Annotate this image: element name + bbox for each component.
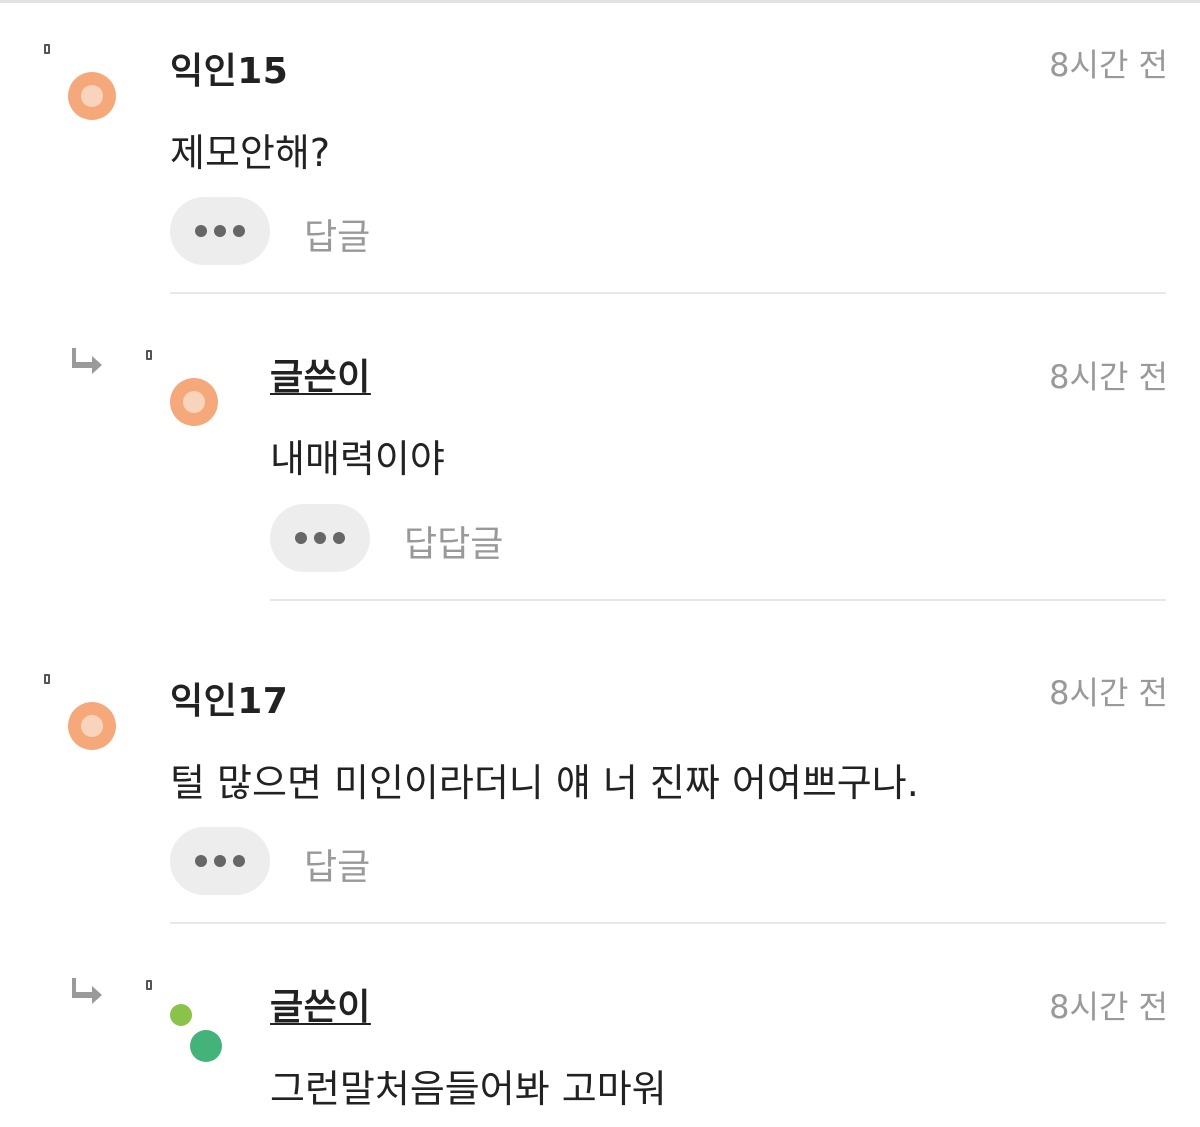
- top-divider: [0, 0, 1200, 3]
- comment-time: 8시간 전: [1049, 674, 1168, 712]
- more-dots-icon: [314, 532, 326, 544]
- more-dots-icon: [233, 855, 245, 867]
- comment-time: 8시간 전: [1049, 988, 1168, 1026]
- comment-text: 그런말처음들어봐 고마워: [270, 1067, 667, 1111]
- avatar-dot-light: [170, 1004, 192, 1026]
- avatar-dot-dark: [190, 1030, 222, 1062]
- comment-divider: [170, 922, 1166, 924]
- more-dots-icon: [333, 532, 345, 544]
- marker-icon: [44, 674, 50, 684]
- comment-divider: [270, 599, 1166, 601]
- avatar[interactable]: [170, 1004, 230, 1074]
- avatar[interactable]: [68, 702, 116, 750]
- more-button[interactable]: [170, 197, 270, 265]
- reply-arrow-icon: [72, 348, 102, 374]
- comment-author-writer[interactable]: 글쓴이: [270, 978, 371, 1030]
- comment-time: 8시간 전: [1049, 46, 1168, 84]
- more-dots-icon: [295, 532, 307, 544]
- more-dots-icon: [214, 225, 226, 237]
- comment-author[interactable]: 익인15: [170, 42, 288, 94]
- more-button[interactable]: [170, 827, 270, 895]
- reply-button[interactable]: 답글: [304, 838, 370, 890]
- marker-icon: [44, 44, 50, 54]
- reply-arrow-icon: [72, 978, 102, 1004]
- comment-author[interactable]: 익인17: [170, 672, 288, 724]
- comment-time: 8시간 전: [1049, 358, 1168, 396]
- more-button[interactable]: [270, 504, 370, 572]
- reply-button[interactable]: 답글: [304, 208, 370, 260]
- more-dots-icon: [214, 855, 226, 867]
- marker-icon: [146, 980, 152, 990]
- more-dots-icon: [195, 225, 207, 237]
- comment-author-writer[interactable]: 글쓴이: [270, 348, 371, 400]
- more-dots-icon: [195, 855, 207, 867]
- avatar[interactable]: [68, 72, 116, 120]
- more-dots-icon: [233, 225, 245, 237]
- reply-button[interactable]: 답답글: [404, 515, 503, 567]
- comment-text: 털 많으면 미인이라더니 얘 너 진짜 어여쁘구나.: [170, 761, 919, 805]
- comment-divider: [170, 292, 1166, 294]
- marker-icon: [146, 350, 152, 360]
- comment-text: 제모안해?: [170, 131, 331, 175]
- avatar[interactable]: [170, 378, 218, 426]
- comment-text: 내매력이야: [270, 437, 445, 481]
